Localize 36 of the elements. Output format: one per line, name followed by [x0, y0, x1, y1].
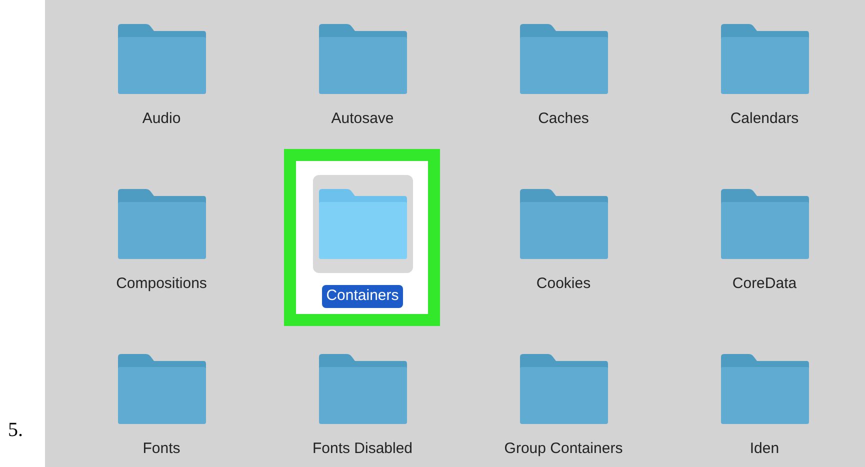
folder-item[interactable]: Iden [714, 352, 814, 460]
folder-icon [116, 23, 208, 95]
folder-item[interactable]: Caches [514, 22, 614, 130]
folder-name: Iden [748, 439, 780, 459]
folder-icon [518, 353, 610, 425]
folder-name: Fonts [142, 439, 182, 459]
folder-name: Group Containers [503, 439, 624, 459]
folder-icon [316, 353, 408, 425]
folder-item[interactable]: CoreData [714, 187, 814, 296]
folder-name: Audio [141, 109, 182, 129]
folder-name: Containers [322, 285, 403, 308]
folder-item[interactable]: Compositions [112, 187, 212, 296]
folder-name: Compositions [115, 274, 208, 294]
folder-name: Calendars [729, 109, 800, 129]
folder-icon [518, 23, 610, 95]
folder-item[interactable]: Autosave [312, 22, 412, 130]
folder-name: CoreData [731, 274, 798, 294]
folder-icon [316, 188, 408, 260]
folder-icon [116, 188, 208, 260]
folder-item[interactable]: Fonts Disabled [308, 352, 417, 460]
folder-icon [718, 353, 810, 425]
folder-name: Caches [537, 109, 590, 129]
folder-item[interactable]: Fonts [112, 352, 212, 460]
folder-item[interactable]: Group Containers [500, 352, 627, 460]
folder-icon [116, 353, 208, 425]
folder-name: Autosave [330, 109, 395, 129]
step-number: 5. [8, 418, 24, 443]
folder-icon [518, 188, 610, 260]
folder-name: Fonts Disabled [311, 439, 414, 459]
folder-item[interactable]: Audio [112, 22, 212, 130]
folder-item[interactable]: Cookies [514, 187, 614, 296]
folder-icon [718, 188, 810, 260]
folder-icon [718, 23, 810, 95]
folder-icon [316, 23, 408, 95]
folder-name: Cookies [535, 274, 592, 294]
folder-item[interactable]: Calendars [714, 22, 814, 130]
